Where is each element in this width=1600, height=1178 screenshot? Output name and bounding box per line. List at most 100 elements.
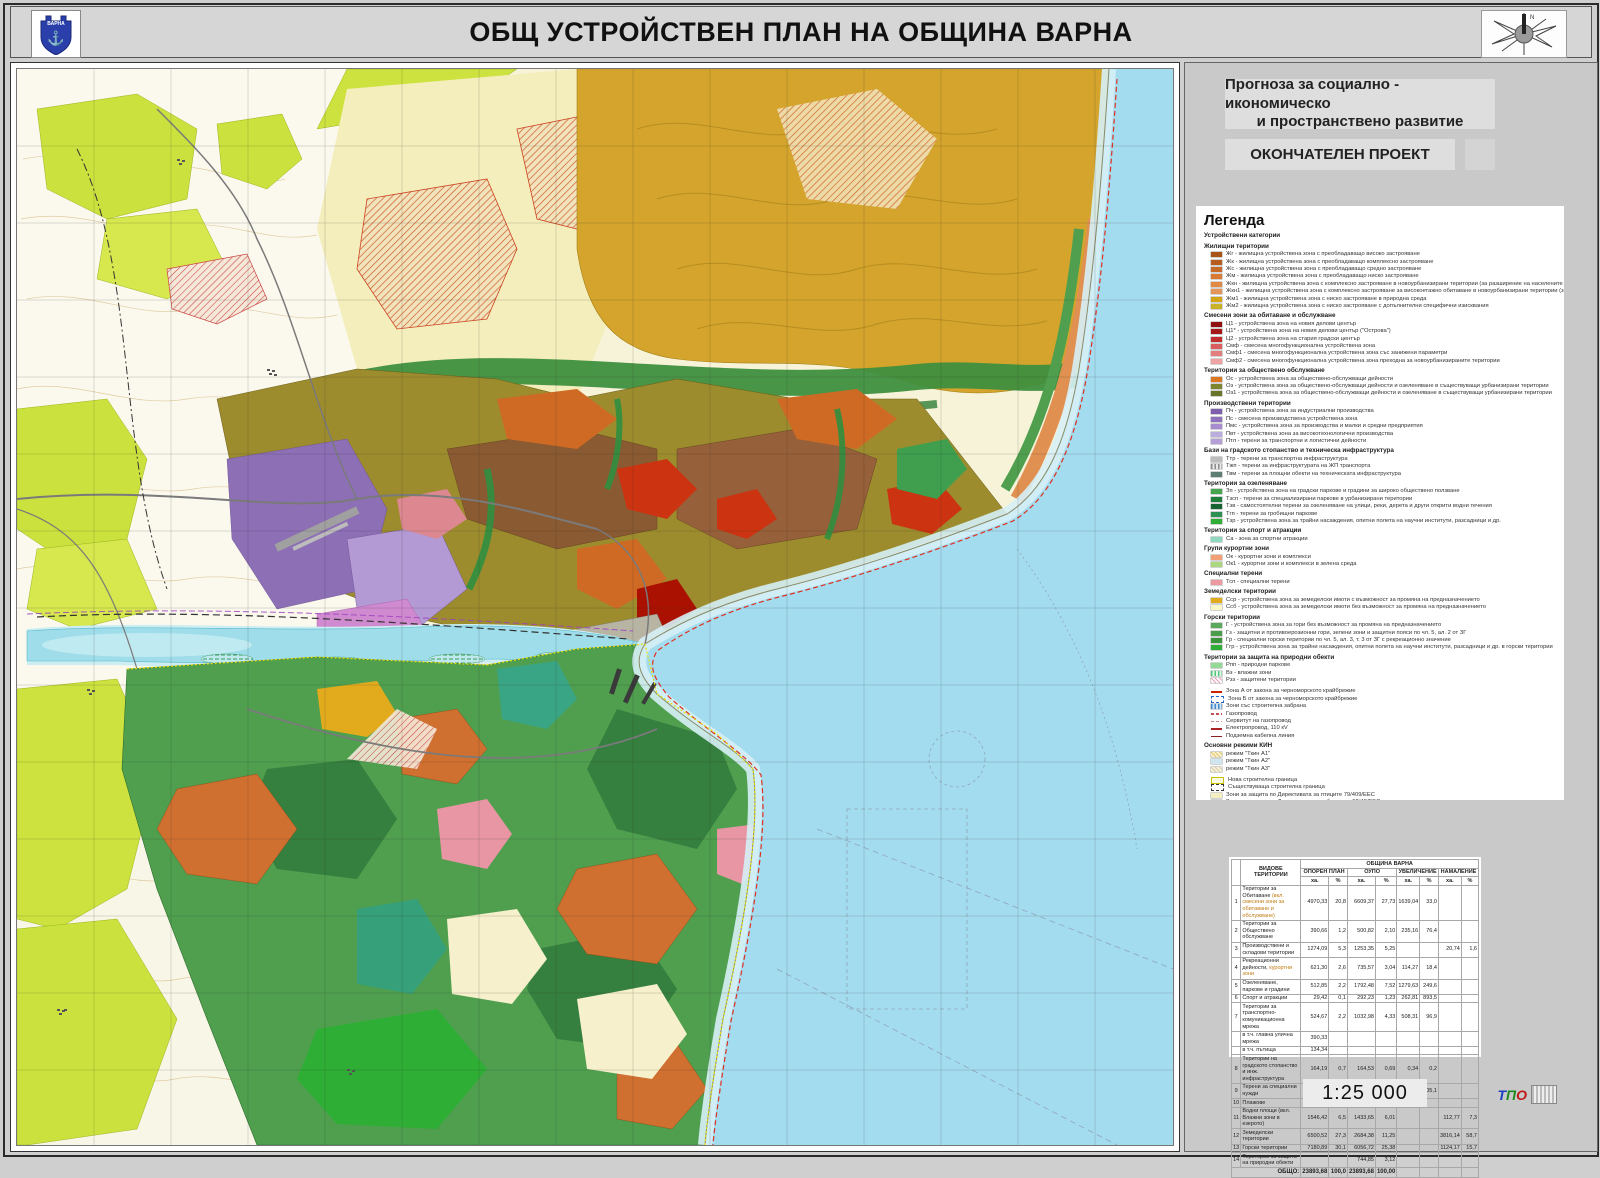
legend-item-label: Пмс - устройствена зона за производства … — [1226, 423, 1423, 430]
legend-swatch — [1211, 631, 1222, 636]
legend-item-label: Жкн1 - жилищна устройствена зона с компл… — [1226, 288, 1564, 295]
legend-item-label: Са - зона за спортни атракции — [1226, 536, 1308, 543]
legend-item: Тзр - устройствена зона за трайни насажд… — [1204, 518, 1560, 525]
legend-swatch — [1211, 337, 1222, 342]
legend-swatch — [1211, 267, 1222, 272]
legend-item-label: Вз - влажни зони — [1226, 670, 1271, 677]
legend-item: Рзз - защитени територии — [1204, 677, 1560, 684]
legend-item-label: Зони със строителна забрана — [1226, 703, 1306, 710]
legend-item-label: Смф1 - смесена многофункционална устройс… — [1226, 350, 1447, 357]
legend-swatch — [1211, 282, 1222, 287]
legend-item: Пс - смесена производствена устройствена… — [1204, 416, 1560, 423]
side-panel: Прогноза за социално - икономическо и пр… — [1184, 62, 1598, 1152]
legend-item: Ц2 - устройствена зона на стария градски… — [1204, 335, 1560, 342]
legend-section-header: Жилищни територии — [1204, 243, 1560, 252]
legend-swatch — [1211, 289, 1222, 294]
legend-item: Зона Б от закона за черноморското крайбр… — [1204, 696, 1560, 703]
legend-item-label: Тзр - устройствена зона за трайни насажд… — [1226, 518, 1501, 525]
legend-item: Г - устройствена зона за гори без възмож… — [1204, 622, 1560, 629]
legend-item-label: режим "Ткин А2" — [1226, 758, 1270, 765]
legend-item: Ок - курортни зони и комплекси — [1204, 554, 1560, 561]
secondary-logo-icon — [1531, 1085, 1557, 1104]
legend-swatch — [1211, 391, 1222, 396]
legend-item-label: Пс - смесена производствена устройствена… — [1226, 416, 1357, 423]
legend-item: Жг - жилищна устройствена зона с преобла… — [1204, 251, 1560, 258]
legend-item: Ок1 - курортни зони и комплекси в зелена… — [1204, 561, 1560, 568]
table-row: 14Територии за защита на природни обекти… — [1232, 1153, 1479, 1168]
legend-item: Пвт - устройствена зона за високотехноло… — [1204, 430, 1560, 437]
legend-item: Тжп - терени за инфраструктурата на ЖП т… — [1204, 463, 1560, 470]
territory-balance-table: ВИДОВЕ ТЕРИТОРИИОБЩИНА ВАРНАОПОРЕН ПЛАНО… — [1231, 859, 1479, 1178]
legend-swatch — [1211, 424, 1222, 429]
legend-item: Жм2 - жилищна устройствена зона с ниско … — [1204, 303, 1560, 310]
legend-item-label: Зп - устройствена зона на градски парков… — [1226, 488, 1460, 495]
legend-item: Са - зона за спортни атракции — [1204, 536, 1560, 543]
legend-section-header: Бази на градското стопанство и техническ… — [1204, 447, 1560, 456]
legend-item-label: Зони за защита по Директивата за хабитат… — [1226, 799, 1380, 800]
legend-swatch — [1211, 472, 1222, 477]
legend-swatch — [1211, 274, 1222, 279]
legend-item: Тзв - самостоятелни терени за озеленяван… — [1204, 503, 1560, 510]
legend-swatch — [1211, 767, 1222, 772]
legend-item: Газопровод — [1204, 710, 1560, 717]
legend-item: Съществуваща строителна граница — [1204, 784, 1560, 791]
legend-item-label: Гз - защитни и противоерозионни гори, зе… — [1226, 630, 1466, 637]
table-row: в т.ч. пътища134,34 — [1232, 1046, 1479, 1055]
legend-item: Зп - устройствена зона на градски парков… — [1204, 488, 1560, 495]
legend-title: Легенда — [1204, 212, 1560, 229]
table-row: 13Горски територии7180,8930,16056,7225,3… — [1232, 1144, 1479, 1153]
legend-item: Електропровод, 110 кV — [1204, 725, 1560, 732]
legend-swatch — [1211, 671, 1222, 676]
legend-item-label: Жс - жилищна устройствена зона с преобла… — [1226, 266, 1421, 273]
legend-section-header: Устройствени категории — [1204, 232, 1560, 241]
table-row: 2Територии за Обществено обслужване390,6… — [1232, 920, 1479, 942]
legend-swatch — [1211, 322, 1222, 327]
project-stage-label: ОКОНЧАТЕЛЕН ПРОЕКТ — [1225, 139, 1455, 170]
legend-item-label: Зони за защита по Директивата за птиците… — [1226, 792, 1375, 799]
legend-item-label: Ок - курортни зони и комплекси — [1226, 554, 1311, 561]
legend-swatch — [1211, 728, 1222, 730]
legend-item-label: Рзз - защитени територии — [1226, 677, 1296, 684]
legend-swatch — [1211, 504, 1222, 509]
table-row: 3Производствени и складови територии1274… — [1232, 942, 1479, 957]
legend-swatch — [1211, 329, 1222, 334]
legend-swatch — [1211, 489, 1222, 494]
legend-item: Ц1 - устройствена зона на новия делови ц… — [1204, 321, 1560, 328]
legend-item-label: Тжп - терени за инфраструктурата на ЖП т… — [1226, 463, 1370, 470]
legend-item-label: Ггр - устройствена зона за трайни насажд… — [1226, 644, 1553, 651]
legend-body: Устройствени категорииЖилищни територииЖ… — [1204, 232, 1560, 800]
table-row: 4Рекреационни дейности, курортни зони621… — [1232, 957, 1479, 979]
legend-swatch — [1211, 580, 1222, 585]
legend-swatch — [1211, 555, 1222, 560]
balance-table-box: ВИДОВЕ ТЕРИТОРИИОБЩИНА ВАРНАОПОРЕН ПЛАНО… — [1229, 857, 1481, 1057]
legend-section-header: Смесени зони за обитаване и обслужване — [1204, 312, 1560, 321]
legend-item: Подземна кабелна линия — [1204, 733, 1560, 740]
legend-item: Сервитут на газопровод — [1204, 718, 1560, 725]
legend-swatch — [1211, 464, 1222, 469]
legend-item: Ггр - устройствена зона за трайни насажд… — [1204, 644, 1560, 651]
legend-item: режим "Ткин А1" — [1204, 751, 1560, 758]
legend-item: Зони за защита по Директивата за птиците… — [1204, 791, 1560, 798]
legend-item: Ттр - терени за транспортна инфраструкту… — [1204, 456, 1560, 463]
legend-swatch — [1211, 252, 1222, 257]
compass-icon: N — [1481, 10, 1567, 58]
legend-item-label: Електропровод, 110 кV — [1226, 725, 1288, 732]
legend-item-label: Жг - жилищна устройствена зона с преобла… — [1226, 251, 1420, 258]
legend-item: Тзсп - терени за специализирани паркове … — [1204, 496, 1560, 503]
legend-item-label: Тзсп - терени за специализирани паркове … — [1226, 496, 1412, 503]
legend-item-label: Оз1 - устройствена зона за обществено-об… — [1226, 390, 1552, 397]
legend-swatch — [1211, 623, 1222, 628]
table-row: 6Спорт и атракции29,420,1292,231,23262,8… — [1232, 994, 1479, 1003]
legend-item: режим "Ткин А2" — [1204, 758, 1560, 765]
title-bar: ВАРНА ⚓ ОБЩ УСТРОЙСТВЕН ПЛАН НА ОБЩИНА В… — [10, 6, 1592, 58]
legend-swatch — [1211, 537, 1222, 542]
legend-swatch — [1211, 304, 1222, 309]
legend-item-label: Тзв - самостоятелни терени за озеленяван… — [1226, 503, 1492, 510]
table-total-row: ОБЩО:23893,68100,023893,68100,00 — [1232, 1168, 1479, 1177]
legend-item: Гз - защитни и противоерозионни гори, зе… — [1204, 629, 1560, 636]
legend-item-label: Сервитут на газопровод — [1226, 718, 1291, 725]
legend-item-label: Ц2 - устройствена зона на стария градски… — [1226, 336, 1360, 343]
legend-item: режим "Ткин А3" — [1204, 765, 1560, 772]
legend-swatch — [1211, 417, 1222, 422]
table-row: 7Територии за транспортно-комуникационна… — [1232, 1003, 1479, 1031]
